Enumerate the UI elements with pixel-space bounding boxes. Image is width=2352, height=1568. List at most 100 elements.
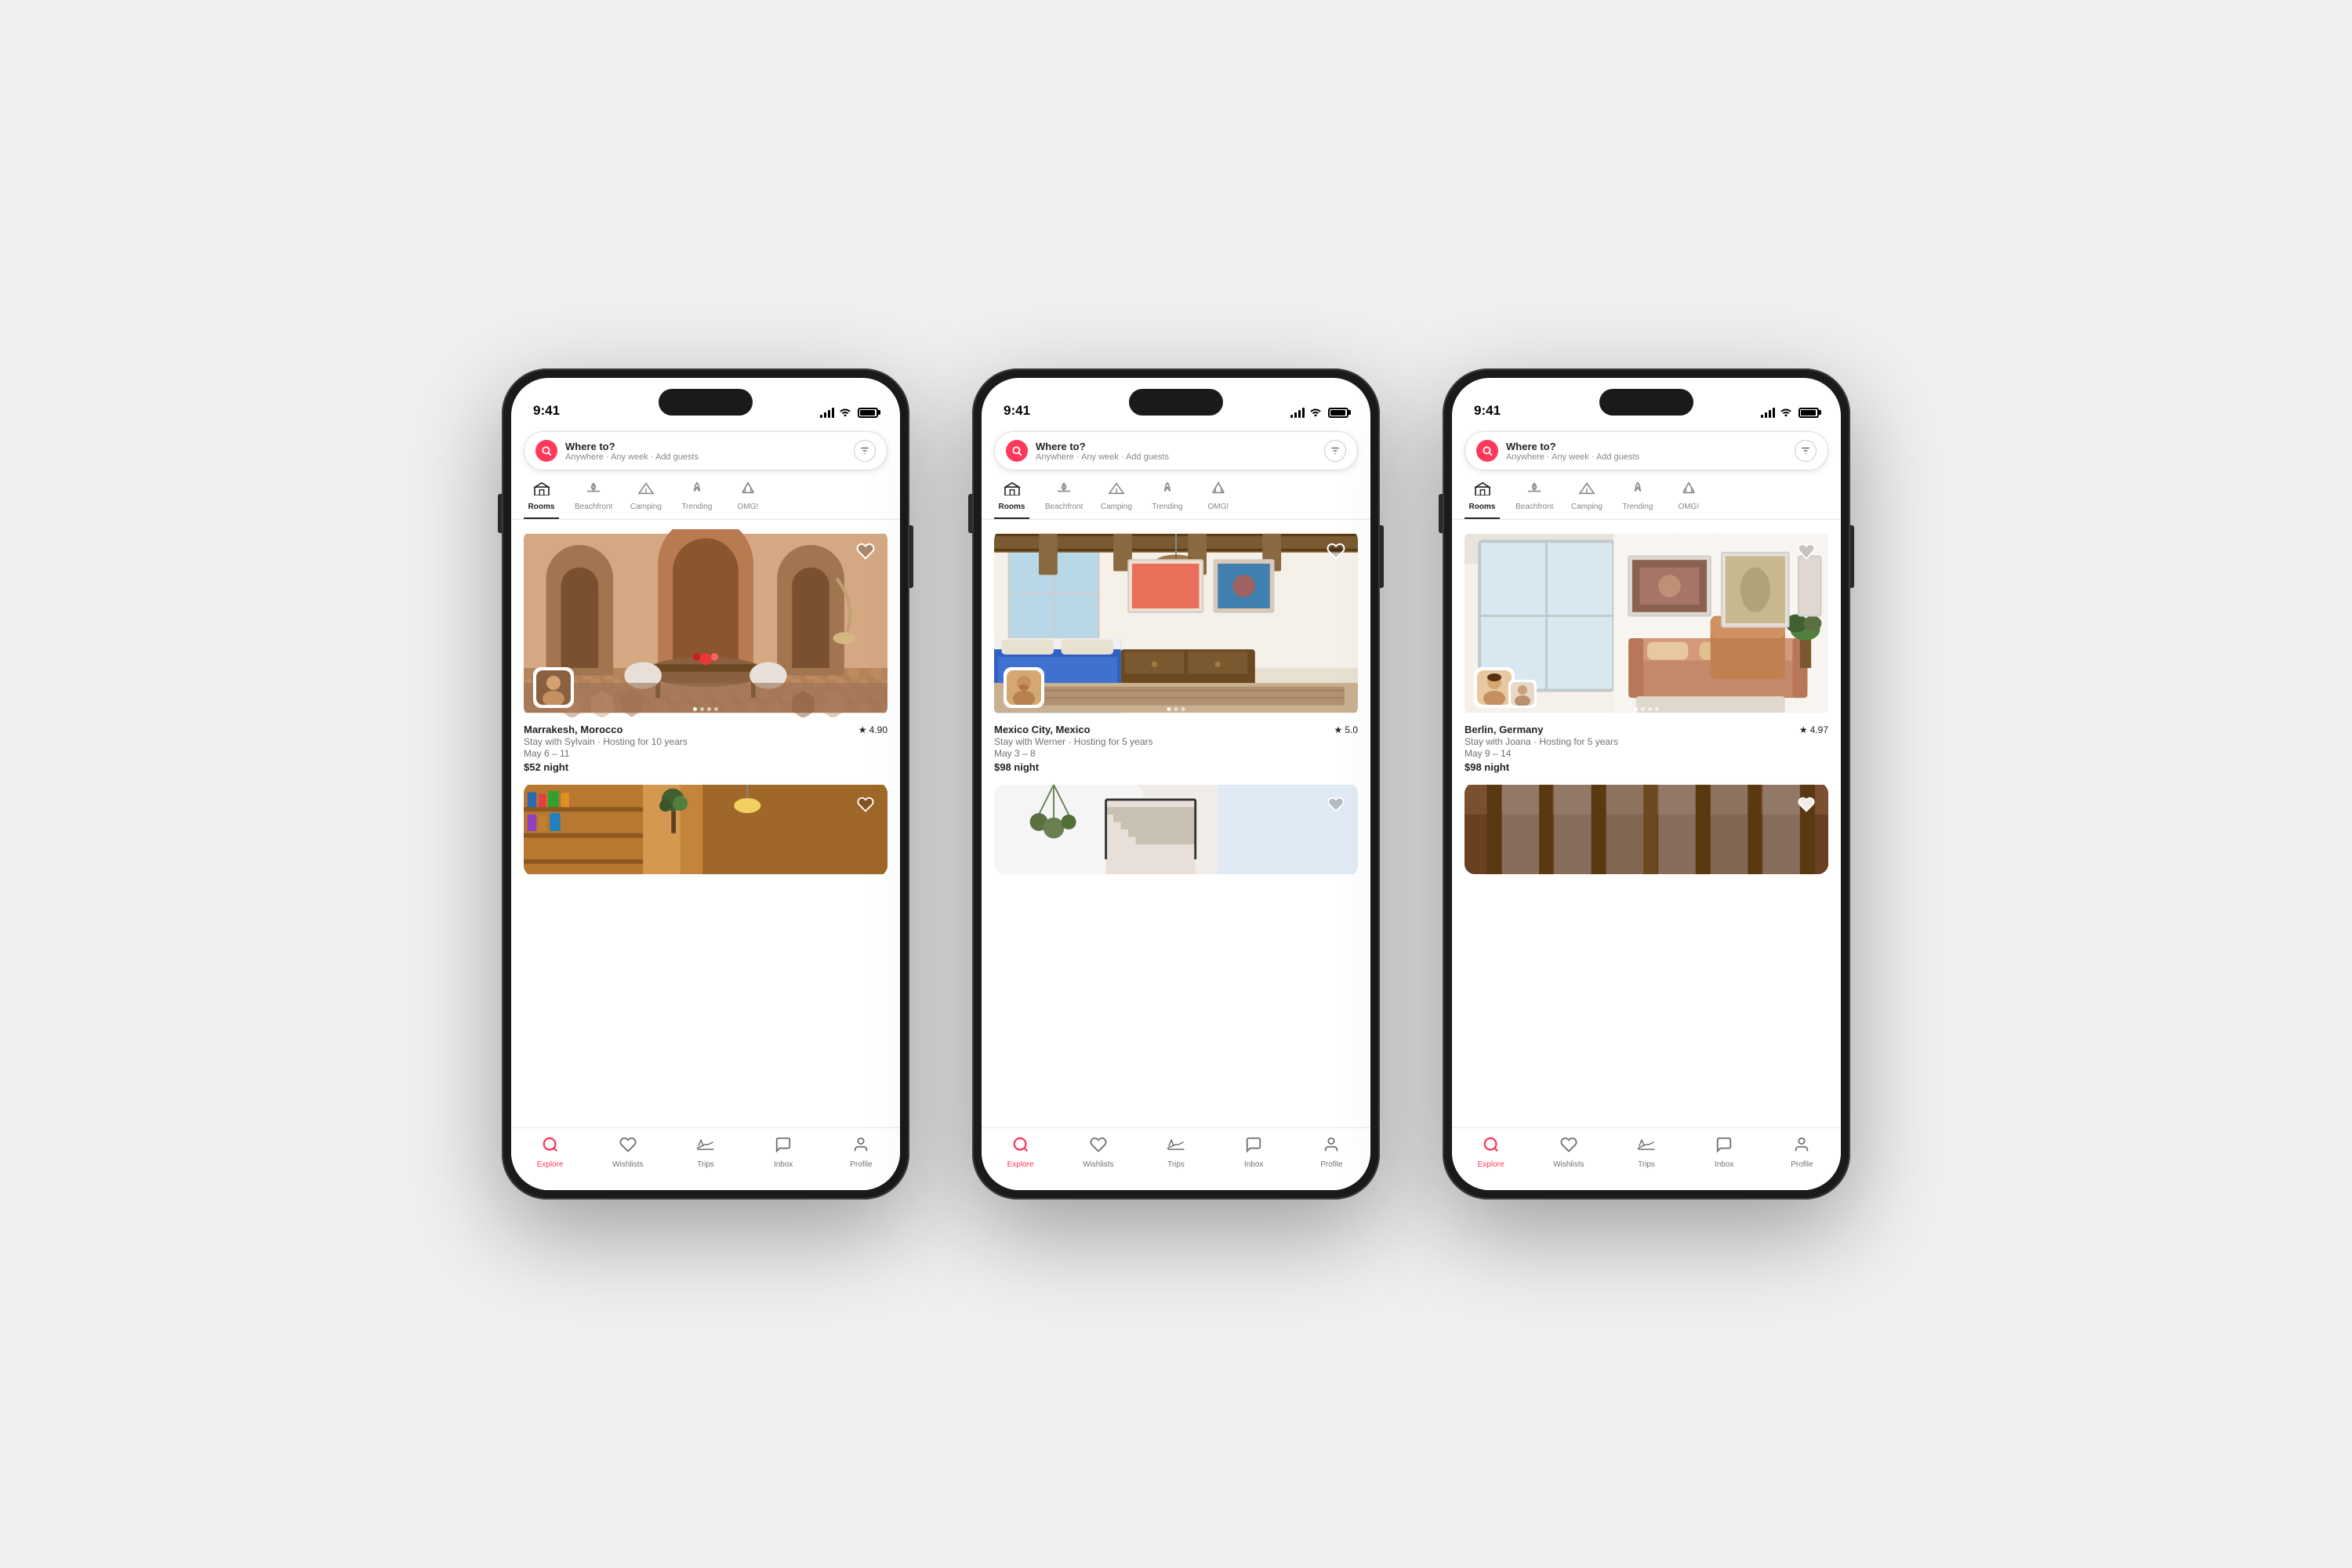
search-subtitle-1: Anywhere · Any week · Add guests bbox=[565, 452, 846, 462]
wishlist-btn-2[interactable] bbox=[1323, 539, 1348, 564]
dot-2-1 bbox=[1167, 707, 1171, 711]
explore-icon-2 bbox=[1012, 1136, 1029, 1158]
search-subtitle-3: Anywhere · Any week · Add guests bbox=[1506, 452, 1787, 462]
listing-price-3: $98 night bbox=[1465, 761, 1828, 773]
nav-explore-2[interactable]: Explore bbox=[982, 1136, 1059, 1169]
nav-inbox-1[interactable]: Inbox bbox=[745, 1136, 822, 1169]
tab-trending-2[interactable]: Trending bbox=[1149, 481, 1185, 519]
status-time-2: 9:41 bbox=[1004, 403, 1030, 419]
nav-profile-2[interactable]: Profile bbox=[1293, 1136, 1370, 1169]
filter-button-3[interactable] bbox=[1795, 440, 1817, 462]
search-bar-2[interactable]: Where to? Anywhere · Any week · Add gues… bbox=[994, 431, 1358, 470]
nav-wishlists-1[interactable]: Wishlists bbox=[589, 1136, 666, 1169]
nav-explore-1[interactable]: Explore bbox=[511, 1136, 589, 1169]
inbox-label-1: Inbox bbox=[774, 1160, 793, 1169]
dot-indicators-1 bbox=[693, 707, 718, 711]
omg-icon-1 bbox=[739, 481, 757, 500]
wishlist-btn-3[interactable] bbox=[1794, 539, 1819, 564]
listing-dates-3: May 9 – 14 bbox=[1465, 748, 1828, 759]
trending-label-1: Trending bbox=[681, 503, 712, 511]
wishlists-label-2: Wishlists bbox=[1083, 1160, 1113, 1169]
phone-3: 9:41 Where to? bbox=[1443, 368, 1850, 1200]
nav-inbox-3[interactable]: Inbox bbox=[1686, 1136, 1763, 1169]
listing-location-row-3: Berlin, Germany ★ 4.97 bbox=[1465, 724, 1828, 735]
dot-3-4 bbox=[1655, 707, 1659, 711]
listing-rating-1: ★ 4.90 bbox=[858, 724, 887, 735]
listing-location-1: Marrakesh, Morocco bbox=[524, 724, 622, 735]
tab-omg-2[interactable]: OMG! bbox=[1200, 481, 1236, 519]
bottom-nav-3: Explore Wishlists bbox=[1452, 1127, 1841, 1190]
profile-icon-2 bbox=[1323, 1136, 1340, 1158]
rating-value-1: 4.90 bbox=[869, 724, 887, 735]
listing-price-1: $52 night bbox=[524, 761, 887, 773]
explore-label-1: Explore bbox=[537, 1160, 564, 1169]
filter-button-1[interactable] bbox=[854, 440, 876, 462]
tab-rooms-2[interactable]: Rooms bbox=[994, 481, 1029, 519]
camping-label-2: Camping bbox=[1101, 503, 1132, 511]
nav-trips-3[interactable]: Trips bbox=[1607, 1136, 1685, 1169]
rating-value-3: 4.97 bbox=[1810, 724, 1828, 735]
nav-wishlists-2[interactable]: Wishlists bbox=[1059, 1136, 1137, 1169]
beachfront-icon-3 bbox=[1526, 481, 1543, 500]
wishlist-btn-preview-1[interactable] bbox=[853, 792, 878, 817]
nav-wishlists-3[interactable]: Wishlists bbox=[1530, 1136, 1607, 1169]
listing-card-1[interactable]: Marrakesh, Morocco ★ 4.90 Stay with Sylv… bbox=[524, 529, 887, 776]
nav-profile-3[interactable]: Profile bbox=[1763, 1136, 1841, 1169]
camping-icon-2 bbox=[1108, 481, 1125, 500]
tab-omg-1[interactable]: OMG! bbox=[730, 481, 765, 519]
trending-icon-2 bbox=[1159, 481, 1176, 500]
tab-beachfront-2[interactable]: Beachfront bbox=[1045, 481, 1083, 519]
wishlist-btn-preview-2[interactable] bbox=[1323, 792, 1348, 817]
star-icon-1: ★ bbox=[858, 724, 867, 735]
explore-label-3: Explore bbox=[1478, 1160, 1504, 1169]
listing-location-row-1: Marrakesh, Morocco ★ 4.90 bbox=[524, 724, 887, 735]
rooms-label-2: Rooms bbox=[999, 503, 1025, 511]
search-bar-1[interactable]: Where to? Anywhere · Any week · Add gues… bbox=[524, 431, 887, 470]
listing-photo-preview-3 bbox=[1465, 782, 1828, 877]
battery-icon-3 bbox=[1798, 408, 1819, 418]
listing-rating-3: ★ 4.97 bbox=[1799, 724, 1828, 735]
search-bar-3[interactable]: Where to? Anywhere · Any week · Add gues… bbox=[1465, 431, 1828, 470]
host-avatar-2 bbox=[1004, 667, 1044, 708]
tab-trending-1[interactable]: Trending bbox=[679, 481, 714, 519]
search-title-1: Where to? bbox=[565, 441, 846, 452]
tab-rooms-1[interactable]: Rooms bbox=[524, 481, 559, 519]
listing-card-3[interactable]: Berlin, Germany ★ 4.97 Stay with Joana ·… bbox=[1465, 529, 1828, 776]
listing-card-2[interactable]: Mexico City, Mexico ★ 5.0 Stay with Wern… bbox=[994, 529, 1358, 776]
trips-icon-1 bbox=[696, 1136, 715, 1158]
tab-omg-3[interactable]: OMG! bbox=[1671, 481, 1706, 519]
trending-icon-1 bbox=[688, 481, 706, 500]
filter-button-2[interactable] bbox=[1324, 440, 1346, 462]
wishlist-btn-preview-3[interactable] bbox=[1794, 792, 1819, 817]
tab-beachfront-1[interactable]: Beachfront bbox=[575, 481, 612, 519]
tab-trending-3[interactable]: Trending bbox=[1620, 481, 1655, 519]
host-avatar-1 bbox=[533, 667, 574, 708]
nav-profile-1[interactable]: Profile bbox=[822, 1136, 900, 1169]
listing-host-2: Stay with Werner · Hosting for 5 years bbox=[994, 736, 1358, 747]
listing-card-2-preview-2[interactable] bbox=[994, 782, 1358, 877]
listing-card-2-preview-1[interactable] bbox=[524, 782, 887, 877]
camping-label-3: Camping bbox=[1571, 503, 1602, 511]
listing-image-1 bbox=[524, 529, 887, 717]
tab-camping-1[interactable]: Camping bbox=[628, 481, 663, 519]
nav-explore-3[interactable]: Explore bbox=[1452, 1136, 1530, 1169]
trending-label-3: Trending bbox=[1622, 503, 1653, 511]
inbox-icon-1 bbox=[775, 1136, 792, 1158]
nav-inbox-2[interactable]: Inbox bbox=[1215, 1136, 1293, 1169]
tab-camping-3[interactable]: Camping bbox=[1569, 481, 1604, 519]
tab-rooms-3[interactable]: Rooms bbox=[1465, 481, 1500, 519]
listing-photo-1 bbox=[524, 529, 887, 717]
tab-camping-2[interactable]: Camping bbox=[1098, 481, 1134, 519]
listing-price-2: $98 night bbox=[994, 761, 1358, 773]
nav-trips-1[interactable]: Trips bbox=[666, 1136, 744, 1169]
profile-label-3: Profile bbox=[1791, 1160, 1813, 1169]
host-avatar-extra-3 bbox=[1508, 680, 1537, 708]
listing-card-2-preview-3[interactable] bbox=[1465, 782, 1828, 877]
wishlist-btn-1[interactable] bbox=[853, 539, 878, 564]
listing-info-3: Berlin, Germany ★ 4.97 Stay with Joana ·… bbox=[1465, 717, 1828, 776]
listing-host-1: Stay with Sylvain · Hosting for 10 years bbox=[524, 736, 887, 747]
status-time-1: 9:41 bbox=[533, 403, 560, 419]
nav-trips-2[interactable]: Trips bbox=[1137, 1136, 1214, 1169]
tab-beachfront-3[interactable]: Beachfront bbox=[1515, 481, 1553, 519]
beachfront-icon-2 bbox=[1055, 481, 1073, 500]
